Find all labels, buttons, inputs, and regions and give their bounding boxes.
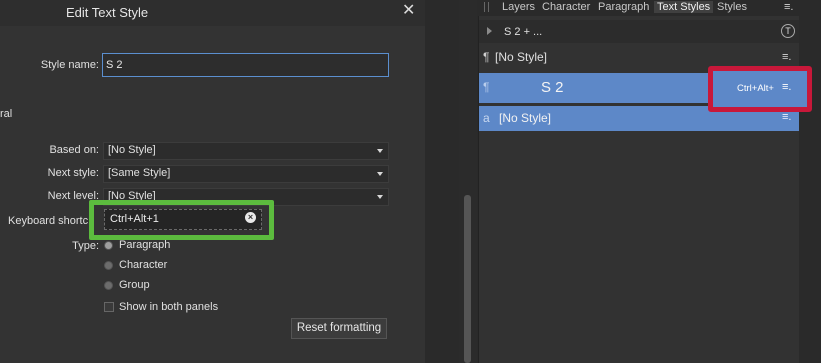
style-name-input[interactable] — [102, 53, 389, 77]
close-icon[interactable]: ✕ — [402, 3, 415, 19]
based-on-select[interactable]: [No Style] — [103, 142, 389, 160]
paragraph-icon: ¶ — [483, 50, 490, 64]
based-on-value: [No Style] — [108, 144, 156, 156]
clear-icon[interactable]: × — [245, 212, 256, 223]
style-row-label: [No Style] — [495, 50, 548, 64]
tab-styles[interactable]: Styles — [717, 1, 747, 13]
paragraph-icon: ¶ — [483, 80, 490, 94]
type-label: Type: — [72, 240, 99, 252]
expand-arrow-icon[interactable] — [487, 27, 492, 35]
based-on-label: Based on: — [49, 144, 99, 156]
row-shortcut-text: Ctrl+Alt+ — [737, 83, 774, 94]
radio-paragraph[interactable] — [104, 241, 113, 250]
show-both-panels-checkbox[interactable] — [104, 302, 114, 312]
text-style-icon[interactable]: T — [781, 24, 795, 38]
radio-character-label: Character — [119, 259, 168, 271]
tab-paragraph[interactable]: Paragraph — [598, 1, 649, 13]
next-level-value: [No Style] — [108, 190, 156, 202]
dialog-title: Edit Text Style — [66, 5, 149, 20]
tab-text-styles[interactable]: Text Styles — [654, 1, 714, 13]
character-style-icon: a — [483, 111, 490, 125]
radio-character[interactable] — [104, 261, 113, 270]
panel-menu-icon[interactable]: ≡. — [784, 1, 793, 13]
next-style-select[interactable]: [Same Style] — [103, 165, 389, 183]
keyboard-shortcut-field[interactable]: Ctrl+Alt+1 — [104, 209, 262, 230]
show-both-panels-label: Show in both panels — [119, 301, 219, 313]
radio-paragraph-label: Paragraph — [119, 239, 171, 251]
next-style-value: [Same Style] — [108, 167, 171, 179]
tab-layers[interactable]: Layers — [502, 1, 535, 13]
style-name-label: Style name: — [40, 59, 99, 71]
style-row-label: [No Style] — [499, 111, 552, 125]
tab-character[interactable]: Character — [542, 1, 590, 13]
dialog-titlebar — [0, 0, 425, 26]
chevron-down-icon — [377, 149, 383, 153]
next-level-label: Next level: — [47, 190, 99, 202]
radio-group[interactable] — [104, 281, 113, 290]
style-row-label: S 2 — [541, 79, 564, 96]
chevron-down-icon — [377, 195, 383, 199]
breadcrumb: S 2 + ... — [504, 26, 543, 38]
next-level-select[interactable]: [No Style] — [103, 188, 389, 206]
reset-formatting-button[interactable]: Reset formatting — [291, 318, 387, 339]
scrollbar-thumb[interactable] — [464, 195, 471, 363]
keyboard-shortcut-label: Keyboard shortc — [8, 215, 89, 227]
next-style-label: Next style: — [47, 167, 99, 179]
section-heading: ral — [0, 108, 13, 120]
row-menu-icon[interactable]: ≡. — [782, 111, 791, 123]
chevron-down-icon — [377, 172, 383, 176]
row-menu-icon[interactable]: ≡. — [782, 51, 791, 63]
panel-grip-icon[interactable] — [484, 2, 489, 12]
radio-group-label: Group — [119, 279, 150, 291]
row-menu-icon[interactable]: ≡. — [782, 81, 791, 93]
